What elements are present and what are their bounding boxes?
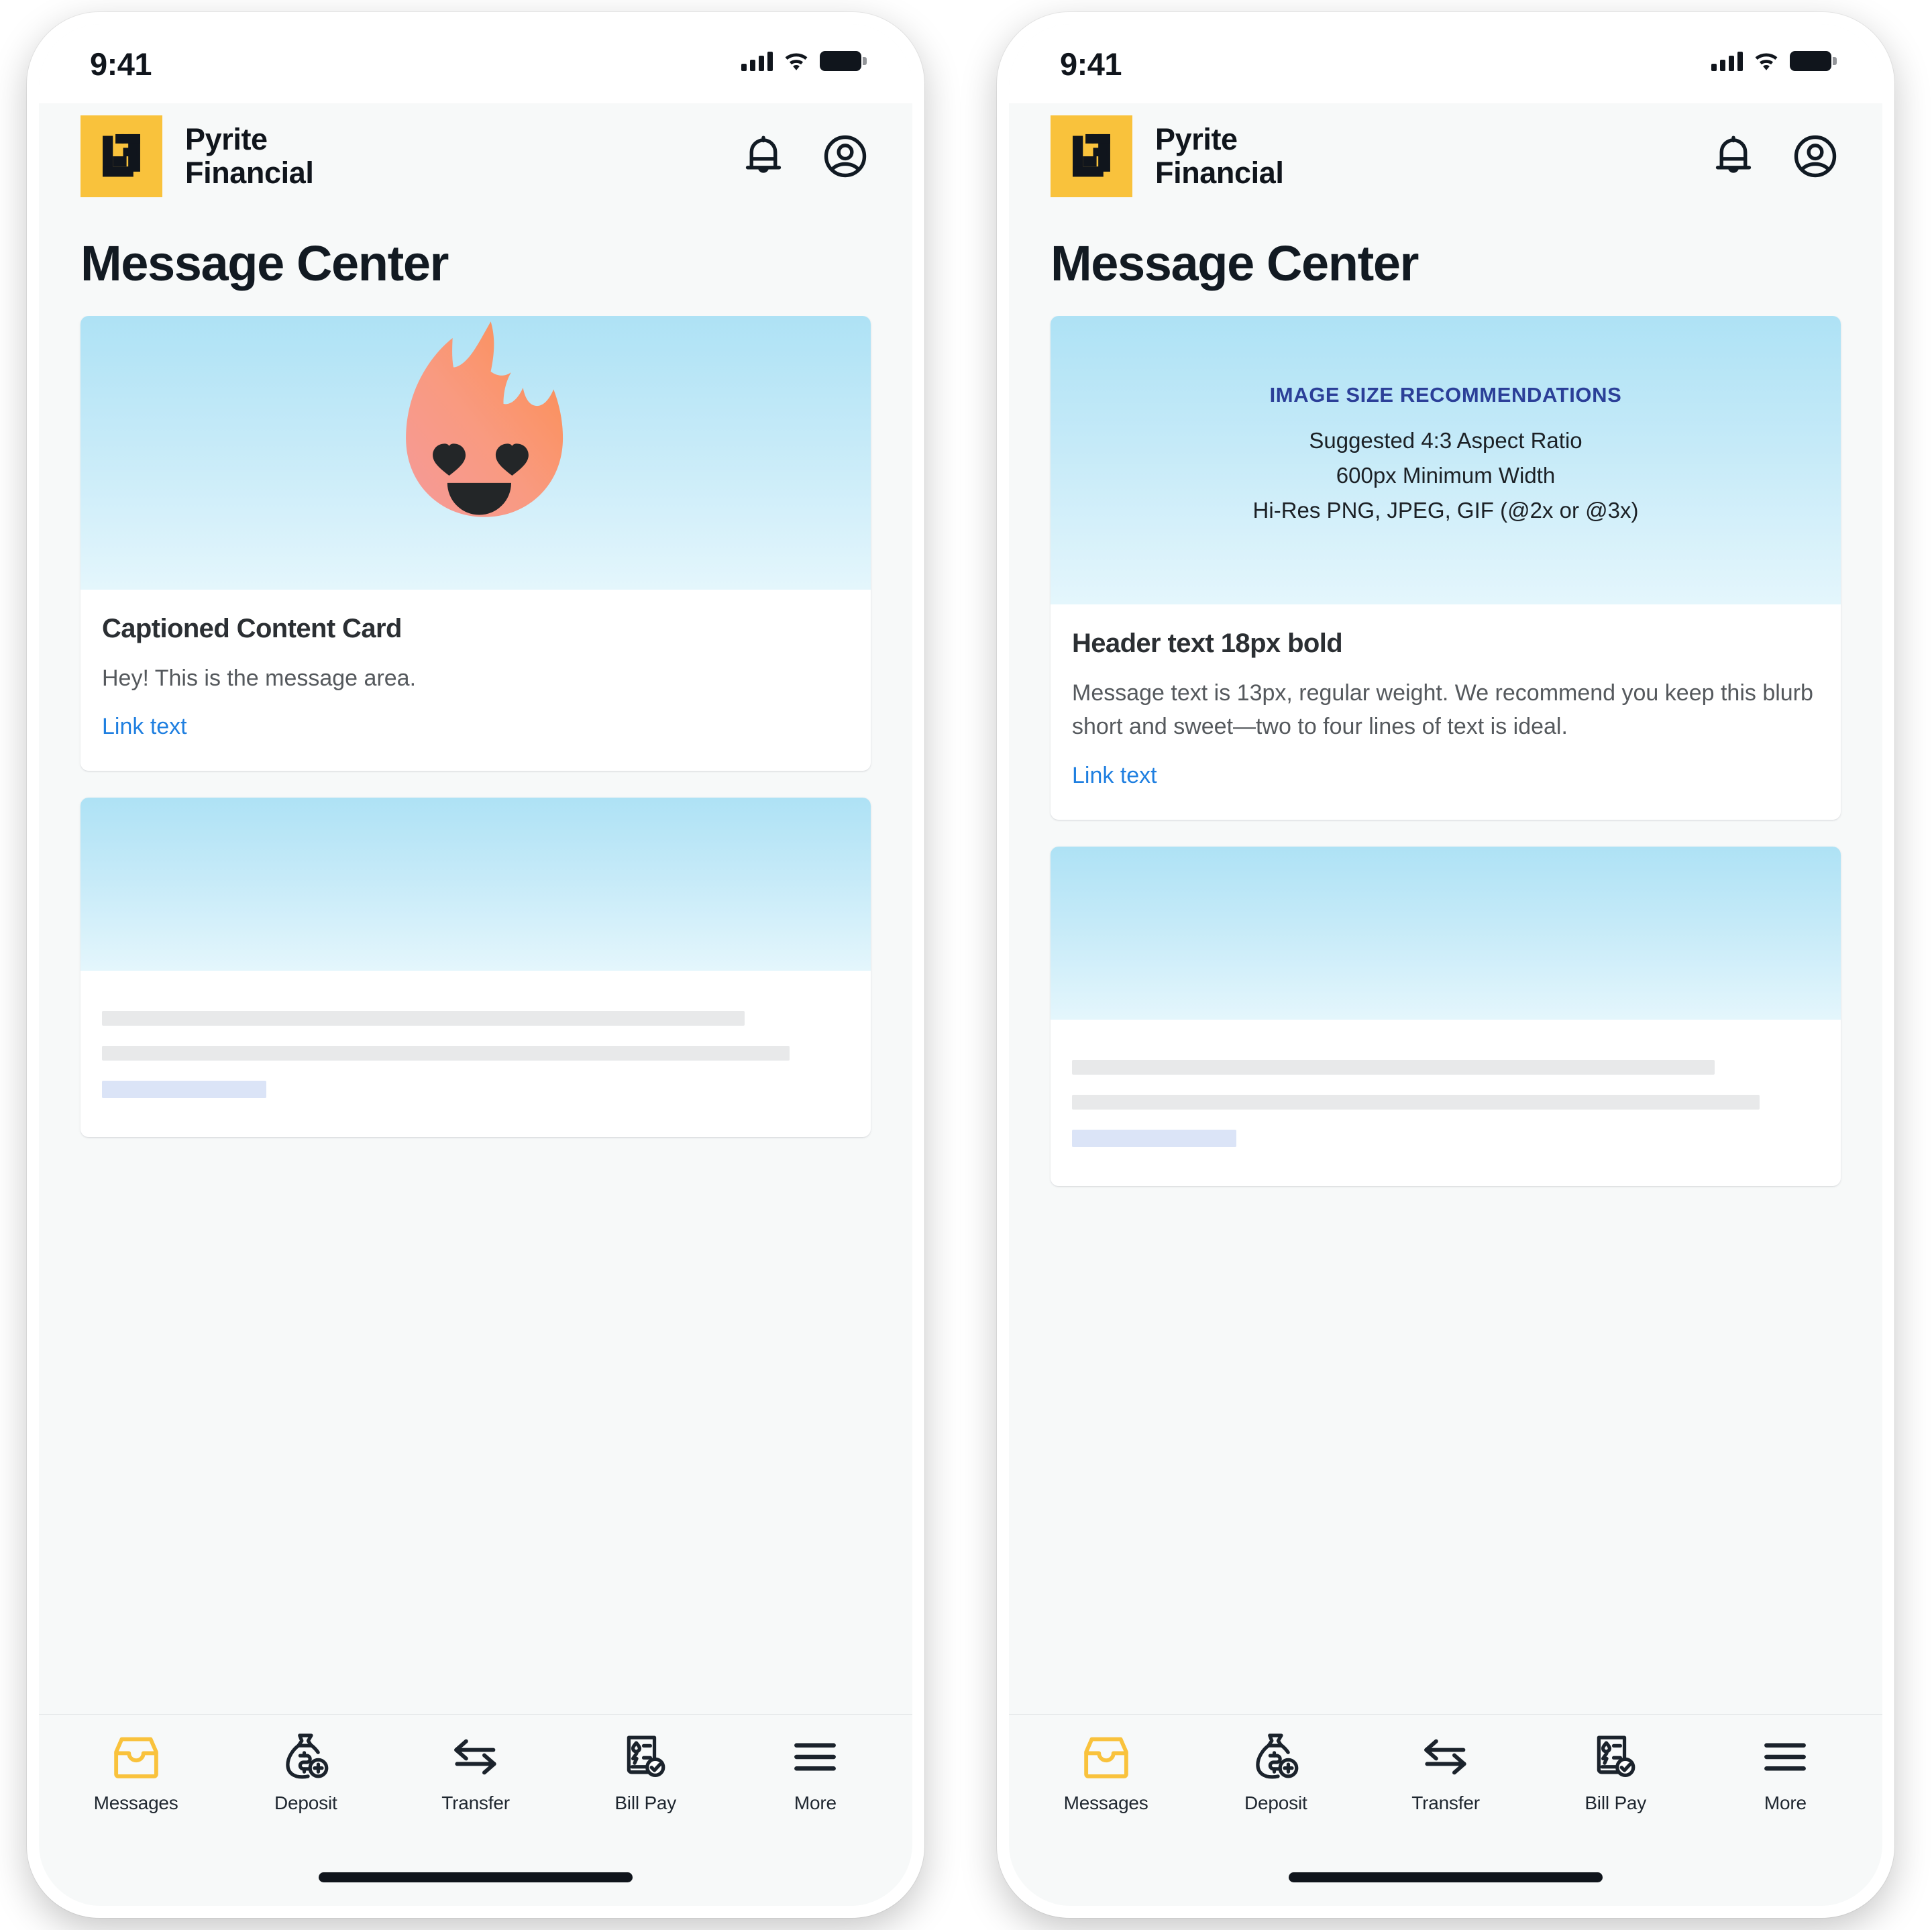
skeleton-link	[102, 1081, 267, 1099]
pyrite-logo-icon	[1051, 115, 1132, 197]
bottom-tab-bar[interactable]: Messages Deposit Transfer Bill Pay More	[39, 1714, 912, 1870]
inbox-tray-icon	[1083, 1737, 1128, 1778]
bill-check-icon	[627, 1735, 665, 1778]
skeleton-line-2	[102, 1046, 790, 1061]
account-circle-icon[interactable]	[1790, 131, 1841, 182]
tab-label: Messages	[93, 1792, 178, 1813]
card-message: Hey! This is the message area.	[102, 665, 417, 691]
recommendation-line-2: 600px Minimum Width	[1336, 463, 1556, 488]
tab-more[interactable]: More	[1701, 1732, 1870, 1814]
message-list-left[interactable]: Captioned Content Card Hey! This is the …	[39, 316, 912, 1714]
tab-label: Messages	[1063, 1792, 1148, 1813]
card-body: Captioned Content Card Hey! This is the …	[80, 590, 871, 771]
card-media-placeholder	[80, 798, 871, 971]
image-size-recommendations: IMAGE SIZE RECOMMENDATIONS Suggested 4:3…	[1051, 316, 1841, 528]
transfer-arrows-icon	[1424, 1739, 1466, 1775]
content-card-placeholder[interactable]	[1051, 846, 1841, 1186]
page-title: Message Center	[39, 212, 912, 316]
page-title: Message Center	[1009, 212, 1882, 316]
wifi-icon	[785, 53, 808, 70]
app-header: Pyrite Financial	[39, 103, 912, 212]
bell-icon[interactable]	[1708, 131, 1759, 182]
header-actions	[738, 131, 871, 182]
card-body-placeholder	[1051, 1020, 1841, 1186]
tab-messages[interactable]: Messages	[1021, 1732, 1191, 1814]
content-card-captioned[interactable]: Captioned Content Card Hey! This is the …	[80, 316, 871, 771]
status-indicators	[741, 48, 867, 71]
card-media-flame	[80, 316, 871, 590]
tab-messages[interactable]: Messages	[51, 1732, 221, 1814]
recommendation-heading: IMAGE SIZE RECOMMENDATIONS	[1269, 383, 1622, 407]
recommendation-line-3: Hi-Res PNG, JPEG, GIF (@2x or @3x)	[1252, 498, 1639, 523]
brand-lockup: Pyrite Financial	[1051, 115, 1284, 197]
bottom-tab-bar[interactable]: Messages Deposit Transfer Bill Pay More	[1009, 1714, 1882, 1870]
skeleton-line-1	[1072, 1059, 1715, 1075]
skeleton-line-2	[1072, 1094, 1760, 1110]
card-link[interactable]: Link text	[1072, 763, 1157, 789]
bell-icon[interactable]	[738, 131, 789, 182]
tab-bill-pay[interactable]: Bill Pay	[1531, 1732, 1701, 1814]
card-media-spec: IMAGE SIZE RECOMMENDATIONS Suggested 4:3…	[1051, 316, 1841, 604]
tab-label: Transfer	[1411, 1792, 1480, 1813]
money-bag-plus-icon	[286, 1733, 329, 1779]
battery-full-icon	[1790, 51, 1837, 71]
skeleton-link	[1072, 1129, 1237, 1147]
content-card-placeholder[interactable]	[80, 798, 871, 1138]
pyrite-logo-icon	[80, 115, 162, 197]
wifi-icon	[1755, 53, 1778, 70]
phone-screen-right: 9:41 Pyrite Financial Message Center IMA…	[1009, 24, 1882, 1906]
tab-deposit[interactable]: Deposit	[1191, 1732, 1360, 1814]
header-actions	[1708, 131, 1841, 182]
tab-transfer[interactable]: Transfer	[1360, 1732, 1530, 1814]
tab-label: Bill Pay	[614, 1792, 677, 1813]
brand-lockup: Pyrite Financial	[80, 115, 314, 197]
tab-label: Deposit	[1244, 1792, 1307, 1813]
card-title: Header text 18px bold	[1072, 629, 1343, 658]
app-header: Pyrite Financial	[1009, 103, 1882, 212]
hamburger-menu-icon	[1764, 1743, 1807, 1771]
brand-name: Pyrite Financial	[1155, 121, 1284, 190]
device-notch	[317, 24, 634, 66]
card-body: Header text 18px bold Message text is 13…	[1051, 604, 1841, 820]
card-media-placeholder	[1051, 846, 1841, 1020]
card-body-placeholder	[80, 971, 871, 1137]
skeleton-line-1	[102, 1011, 745, 1026]
account-circle-icon[interactable]	[820, 131, 871, 182]
home-indicator	[39, 1870, 912, 1906]
home-indicator	[1009, 1870, 1882, 1906]
device-notch	[1287, 24, 1604, 66]
card-link[interactable]: Link text	[102, 714, 187, 740]
screenshot-stage: 9:41 Pyrite Financial Message Center Cap…	[0, 0, 1932, 1930]
hamburger-menu-icon	[794, 1743, 837, 1771]
tab-label: Deposit	[274, 1792, 337, 1813]
flame-heart-eyes-emoji	[406, 321, 564, 517]
money-bag-plus-icon	[1256, 1733, 1299, 1779]
tab-more[interactable]: More	[731, 1732, 900, 1814]
card-title: Captioned Content Card	[102, 614, 402, 643]
tab-label: More	[1764, 1792, 1807, 1813]
recommendation-line-1: Suggested 4:3 Aspect Ratio	[1309, 428, 1582, 453]
card-message: Message text is 13px, regular weight. We…	[1072, 680, 1813, 740]
status-time: 9:41	[90, 46, 152, 82]
tab-transfer[interactable]: Transfer	[390, 1732, 560, 1814]
cellular-signal-icon	[1711, 51, 1743, 71]
status-indicators	[1711, 48, 1837, 71]
tab-label: Bill Pay	[1585, 1792, 1647, 1813]
inbox-tray-icon	[113, 1737, 158, 1778]
status-time: 9:41	[1060, 46, 1122, 82]
phone-screen-left: 9:41 Pyrite Financial Message Center Cap…	[39, 24, 912, 1906]
content-card-spec[interactable]: IMAGE SIZE RECOMMENDATIONS Suggested 4:3…	[1051, 316, 1841, 820]
tab-label: Transfer	[441, 1792, 510, 1813]
tab-deposit[interactable]: Deposit	[221, 1732, 390, 1814]
phone-mockup-right: 9:41 Pyrite Financial Message Center IMA…	[997, 12, 1894, 1918]
brand-name: Pyrite Financial	[185, 121, 314, 190]
phone-mockup-left: 9:41 Pyrite Financial Message Center Cap…	[27, 12, 924, 1918]
cellular-signal-icon	[741, 51, 773, 71]
battery-full-icon	[820, 51, 867, 71]
tab-label: More	[794, 1792, 837, 1813]
message-list-right[interactable]: IMAGE SIZE RECOMMENDATIONS Suggested 4:3…	[1009, 316, 1882, 1714]
transfer-arrows-icon	[454, 1739, 496, 1775]
bill-check-icon	[1597, 1735, 1635, 1778]
tab-bill-pay[interactable]: Bill Pay	[561, 1732, 731, 1814]
